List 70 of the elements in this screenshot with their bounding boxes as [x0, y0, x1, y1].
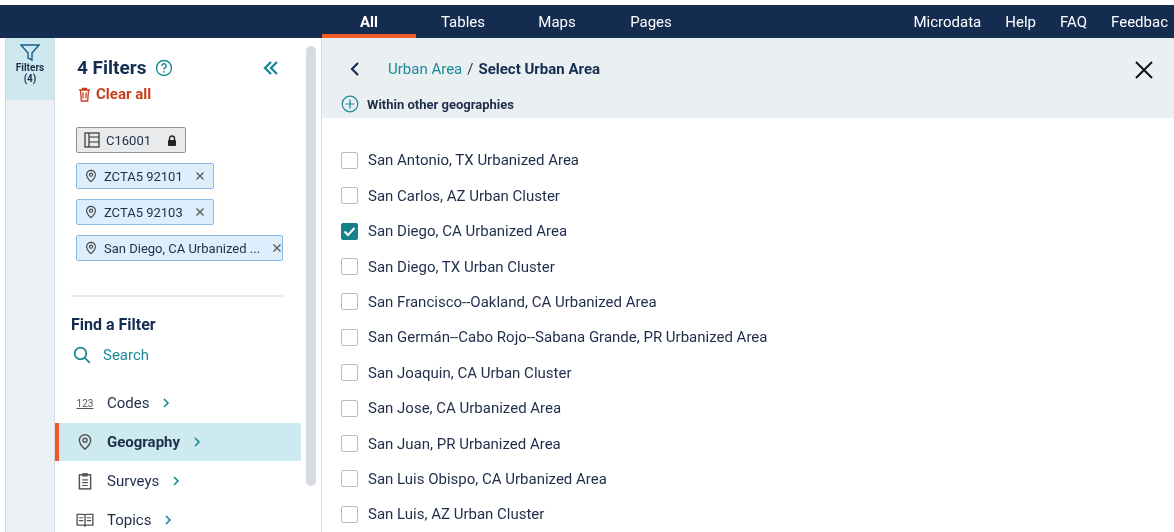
checkbox[interactable]: [341, 328, 358, 346]
filters-toggle[interactable]: Filters (4): [6, 38, 54, 100]
clipboard-icon: [76, 472, 94, 490]
nav-tab[interactable]: Maps: [510, 5, 604, 38]
checkbox[interactable]: [341, 505, 358, 523]
filter-category[interactable]: Surveys: [55, 462, 301, 500]
checkbox[interactable]: [341, 435, 358, 452]
filter-chip[interactable]: C16001: [76, 127, 186, 153]
remove-icon[interactable]: [194, 171, 205, 181]
breadcrumb-current: Select Urban Area: [478, 60, 601, 78]
nav-tab[interactable]: Pages: [604, 5, 698, 38]
chevron-icon: [162, 398, 171, 408]
book-icon: [76, 511, 94, 529]
filter-category[interactable]: 123 Codes: [55, 384, 301, 422]
filters-title: 4 Filters: [77, 56, 147, 79]
checkbox[interactable]: [341, 364, 358, 382]
option-label: San Jose, CA Urbanized Area: [368, 399, 562, 418]
add-icon: [341, 95, 359, 113]
option-label: San Antonio, TX Urbanized Area: [368, 151, 580, 170]
filter-icon: [20, 44, 40, 62]
within-geographies-button[interactable]: Within other geographies: [341, 95, 514, 113]
remove-icon[interactable]: [272, 243, 283, 253]
option-label: San Joaquin, CA Urban Cluster: [368, 363, 572, 382]
location-icon: [76, 433, 94, 451]
checkbox[interactable]: [341, 258, 358, 276]
option-label: San Luis, AZ Urban Cluster: [368, 505, 545, 524]
codes-icon: 123: [76, 394, 94, 412]
find-filter-heading: Find a Filter: [71, 315, 157, 334]
checkbox[interactable]: [341, 470, 358, 488]
chevron-icon: [193, 437, 202, 447]
filter-chip[interactable]: ZCTA5 92103: [76, 199, 214, 225]
option-label: San Juan, PR Urbanized Area: [368, 434, 561, 453]
option-label: San Carlos, AZ Urban Cluster: [368, 186, 560, 205]
checkbox[interactable]: [341, 187, 358, 205]
chevron-icon: [164, 515, 173, 525]
option-label: San Luis Obispo, CA Urbanized Area: [368, 469, 607, 488]
nav-link[interactable]: Microdata: [901, 12, 994, 31]
filter-chip[interactable]: San Diego, CA Urbanized ...: [76, 235, 283, 261]
option-label: San Diego, CA Urbanized Area: [368, 222, 568, 241]
filter-chip[interactable]: ZCTA5 92101: [76, 163, 214, 189]
scrollbar[interactable]: [306, 46, 316, 486]
nav-link[interactable]: FAQ: [1047, 12, 1100, 31]
back-icon[interactable]: [348, 61, 362, 77]
search-icon: [73, 346, 91, 364]
checkbox[interactable]: [341, 293, 358, 311]
clear-all-button[interactable]: Clear all: [78, 85, 152, 103]
nav-link[interactable]: Help: [993, 12, 1048, 31]
close-icon[interactable]: [1133, 59, 1155, 81]
trash-icon: [78, 86, 91, 102]
breadcrumb-link[interactable]: Urban Area: [388, 60, 463, 78]
checkbox[interactable]: [341, 222, 358, 240]
help-icon[interactable]: [154, 58, 173, 77]
remove-icon[interactable]: [194, 207, 205, 217]
location-icon: [84, 204, 98, 220]
option-label: San Diego, TX Urban Cluster: [368, 257, 555, 276]
location-icon: [84, 240, 98, 256]
search-link[interactable]: Search: [73, 346, 150, 364]
checkbox[interactable]: [341, 151, 358, 169]
filter-category[interactable]: Topics: [55, 501, 301, 532]
breadcrumb-separator: /: [467, 60, 474, 78]
nav-link[interactable]: Feedbac: [1099, 12, 1174, 31]
option-label: San Germán--Cabo Rojo--Sabana Grande, PR Urbanized Area: [368, 328, 768, 347]
checkbox[interactable]: [341, 399, 358, 417]
chevron-icon: [172, 476, 181, 486]
filter-category[interactable]: Geography: [55, 423, 301, 461]
location-icon: [84, 168, 98, 184]
table-icon: [84, 132, 100, 148]
nav-tab[interactable]: Tables: [416, 5, 510, 38]
lock-icon: [167, 134, 177, 146]
option-label: San Francisco--Oakland, CA Urbanized Area: [368, 292, 657, 311]
